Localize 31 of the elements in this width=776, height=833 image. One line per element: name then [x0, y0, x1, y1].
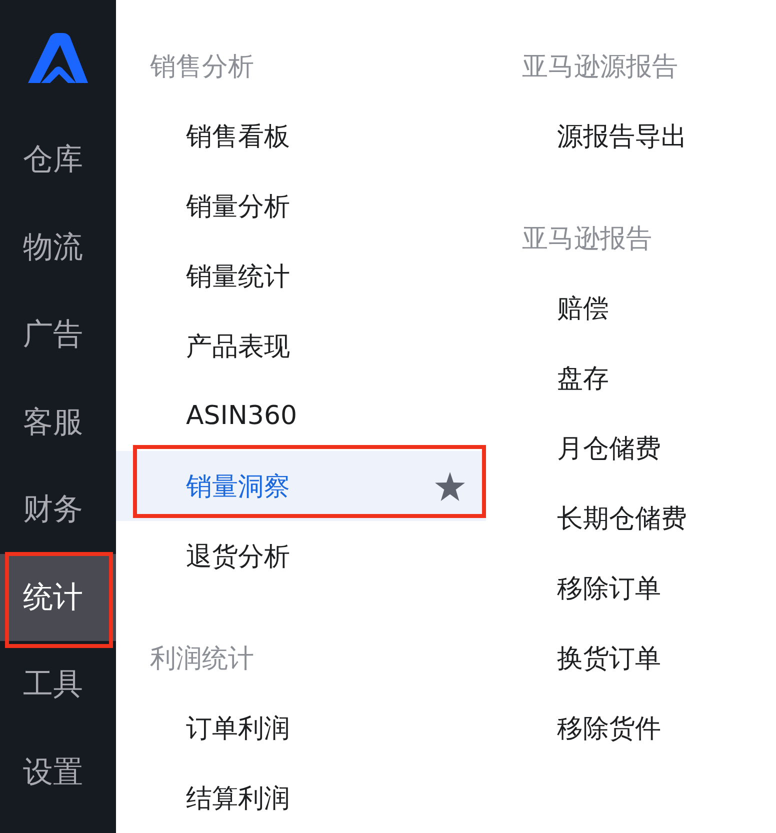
menu-item[interactable]: 盘存: [486, 343, 776, 413]
menu-item[interactable]: 退货分析: [116, 521, 486, 591]
group-title: 亚马逊源报告: [521, 50, 679, 84]
sidebar-nav-item[interactable]: 统计: [0, 554, 116, 641]
menu-item[interactable]: 订单利润: [116, 693, 486, 763]
sidebar-nav-item[interactable]: 设置: [0, 728, 116, 816]
sidebar-nav-item[interactable]: 物流: [0, 204, 116, 291]
logo-icon: [28, 32, 88, 84]
menu-item[interactable]: 源报告导出: [486, 101, 776, 171]
group-title: 利润统计: [149, 642, 255, 676]
menu-item[interactable]: 移除货件: [486, 693, 776, 763]
group-title: 亚马逊报告: [521, 222, 653, 256]
sidebar-nav-item[interactable]: 财务: [0, 466, 116, 554]
menu-item[interactable]: 赔偿: [486, 273, 776, 343]
menu-item[interactable]: 长期仓储费: [486, 483, 776, 553]
menu-item[interactable]: 产品表现: [116, 311, 486, 381]
menu-item[interactable]: 换货订单: [486, 623, 776, 693]
menu-item[interactable]: ASIN360: [116, 381, 486, 451]
sidebar-nav-item[interactable]: 工具: [0, 641, 116, 728]
menu-item[interactable]: 结算利润: [116, 763, 486, 833]
sidebar-nav-item[interactable]: 广告: [0, 291, 116, 378]
sidebar-nav-item[interactable]: 客服: [0, 378, 116, 466]
menu-item[interactable]: 移除订单: [486, 553, 776, 623]
star-icon[interactable]: [435, 472, 465, 500]
menu-item[interactable]: 销量分析: [116, 171, 486, 241]
menu-item[interactable]: 销量洞察: [116, 451, 486, 521]
menu-item[interactable]: 销售看板: [116, 101, 486, 171]
menu-item[interactable]: 销量统计: [116, 241, 486, 311]
group-title: 销售分析: [149, 50, 255, 84]
menu-item[interactable]: 月仓储费: [486, 413, 776, 483]
sidebar-nav-item[interactable]: 仓库: [0, 116, 116, 204]
